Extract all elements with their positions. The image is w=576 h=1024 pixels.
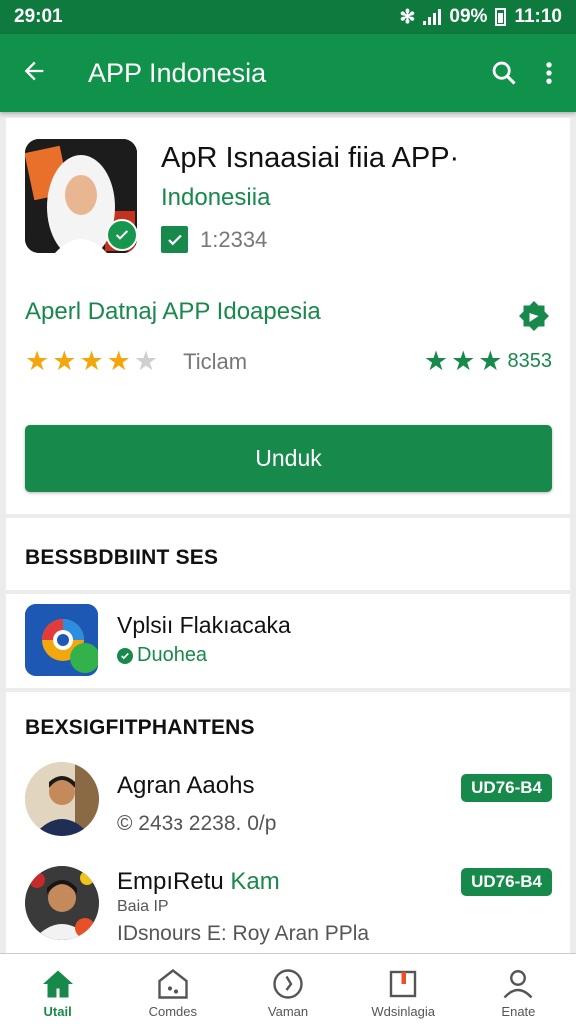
star-icon: ★ <box>133 346 159 376</box>
app-subtitle: Aperl Datnaj APP Idoapesia <box>25 298 321 325</box>
nav-item-home[interactable]: Utail <box>0 954 115 1024</box>
review-badge[interactable]: UD76-B4 <box>461 774 552 802</box>
nav-item-explore[interactable]: Vaman <box>230 954 345 1024</box>
star-icon: ★ <box>25 346 50 376</box>
related-app-tag-label: Duohea <box>137 644 208 666</box>
section-title: BESSBDBIINT SES <box>25 546 219 569</box>
nav-item-games[interactable]: Comdes <box>115 954 230 1024</box>
page-title: APP Indonesia <box>88 57 267 88</box>
section-header-card: BESSBDBIINT SES <box>6 518 570 590</box>
nav-item-books[interactable]: Wdsinlagia <box>346 954 461 1024</box>
bottom-navigation: Utail Comdes Vaman Wdsinlagia Enate <box>0 953 576 1024</box>
status-clock: 11:10 <box>514 6 562 27</box>
signal-icon <box>423 9 442 25</box>
editor-choice-icon <box>516 298 552 339</box>
green-star-icon: ★ <box>423 346 449 376</box>
compass-icon <box>269 964 307 1004</box>
review-badge[interactable]: UD76-B4 <box>461 868 552 896</box>
battery-percent: 09% <box>449 6 488 27</box>
app-count: 1:2334 <box>200 226 268 252</box>
reviews-title: BEXSIGFITPHANTENS <box>25 716 255 739</box>
app-meta: 1:2334 <box>161 226 267 253</box>
star-icon: ★ <box>79 346 104 376</box>
battery-icon <box>495 8 507 26</box>
related-app-row[interactable]: Vplsiı Flakıacaka Duohea <box>6 594 570 688</box>
account-icon <box>499 964 537 1004</box>
star-icon: ★ <box>106 346 131 376</box>
app-name: ApR Isnaasiai fiia APP· <box>161 142 460 174</box>
green-rating: ★ ★ ★ 8353 <box>424 348 552 375</box>
green-star-icon: ★ <box>451 346 476 376</box>
avatar[interactable] <box>25 762 99 836</box>
app-bar: APP Indonesia <box>0 34 576 112</box>
games-icon <box>154 964 192 1004</box>
review-meta: © 243з 2238. 0/p <box>117 812 277 835</box>
status-bar: 29:01 ✻ 09% 11:10 <box>0 0 576 34</box>
related-app-name: Vplsiı Flakıacaka <box>117 612 291 638</box>
reviewer-name: EmpıRetu Kam <box>117 868 280 895</box>
reviewer-subtitle: Baia IP <box>117 898 169 915</box>
reviews-card: BEXSIGFITPHANTENS Agran Aaohs © 243з 223… <box>6 692 570 954</box>
avatar[interactable] <box>25 866 99 940</box>
app-details-card: ApR Isnaasiai fiia APP· Indonesiia 1:233… <box>6 118 570 514</box>
rating-row: ★ ★ ★ ★ ★ Ticlam <box>25 348 247 375</box>
more-vert-icon[interactable] <box>542 59 556 87</box>
related-app-icon[interactable] <box>25 604 98 676</box>
bluetooth-icon: ✻ <box>399 6 416 28</box>
green-star-icon: ★ <box>478 346 503 376</box>
books-icon <box>384 964 422 1004</box>
status-icons: ✻ 09% 11:10 <box>400 6 563 29</box>
search-icon[interactable] <box>490 59 518 87</box>
related-app-tag: Duohea <box>117 644 207 667</box>
back-arrow-icon[interactable] <box>20 57 48 90</box>
verified-icon <box>106 219 138 251</box>
star-rating: ★ ★ ★ ★ ★ <box>25 348 161 375</box>
install-button[interactable]: Unduk <box>25 425 552 492</box>
rating-label: Ticlam <box>183 348 248 374</box>
check-icon <box>161 226 188 253</box>
home-icon <box>39 964 77 1004</box>
green-rating-count: 8353 <box>507 350 553 372</box>
reviewer-name: Agran Aaohs <box>117 772 255 799</box>
status-time: 29:01 <box>14 6 63 27</box>
review-meta: IDsnours E: Roy Aran PPla <box>117 922 370 945</box>
tag-icon <box>117 647 133 664</box>
app-developer-link[interactable]: Indonesiia <box>161 184 270 212</box>
nav-item-account[interactable]: Enate <box>461 954 576 1024</box>
star-icon: ★ <box>52 346 77 376</box>
